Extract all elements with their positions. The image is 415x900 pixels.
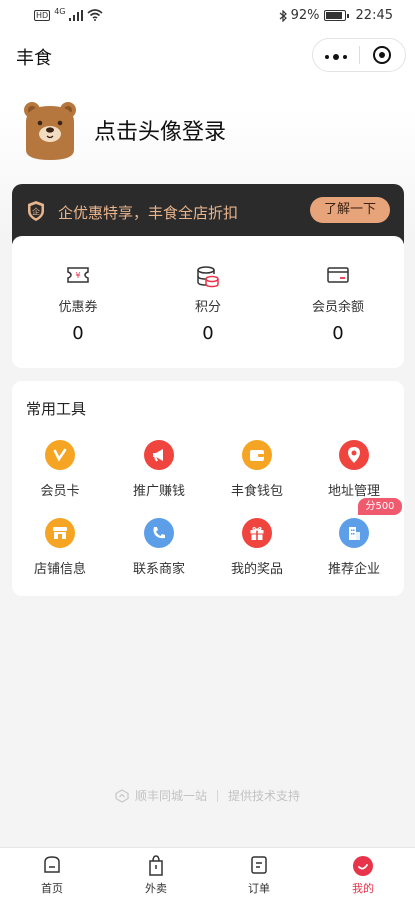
tab-label: 外卖 (145, 882, 167, 895)
tool-label: 联系商家 (132, 562, 185, 577)
tab-label: 首页 (41, 882, 63, 895)
tools-title: 常用工具 (26, 400, 87, 418)
tab-profile[interactable]: 我的 (311, 855, 415, 896)
vip-banner[interactable]: 企 企优惠特享，丰食全店折扣 了解一下 (12, 184, 404, 244)
tab-label: 订单 (248, 882, 270, 895)
footer-brand: 顺丰同城一站 (134, 789, 207, 803)
tool-address[interactable]: 地址管理 (306, 440, 402, 499)
stat-coupons[interactable]: ¥ 优惠券 0 (13, 266, 143, 344)
tool-contact-merchant[interactable]: 联系商家 (111, 518, 207, 577)
shield-icon: 企 (26, 200, 46, 222)
tool-label: 会员卡 (40, 484, 80, 499)
tools-card: 常用工具 会员卡 推广赚钱 丰食钱包 地址管理 店铺信息 联系商家 我的奖品 分… (12, 381, 404, 596)
phone-icon (144, 518, 174, 548)
profile-icon (353, 856, 373, 876)
stat-value: 0 (332, 323, 344, 344)
status-time: 22:45 (355, 8, 393, 23)
coupon-icon: ¥ (67, 267, 89, 283)
stat-balance[interactable]: 会员余额 0 (273, 266, 403, 344)
hd-badge: HD (34, 9, 51, 21)
more-options-button[interactable] (313, 45, 359, 65)
tab-home[interactable]: 首页 (0, 855, 104, 896)
stat-label: 会员余额 (311, 300, 364, 315)
close-miniprogram-button[interactable] (359, 46, 405, 64)
points-icon (197, 266, 219, 288)
tool-label: 地址管理 (327, 484, 380, 499)
stat-label: 积分 (194, 300, 221, 315)
learn-more-button[interactable]: 了解一下 (310, 197, 390, 223)
status-bar: HD 4G 92% 22:45 (0, 0, 415, 32)
member-card-icon (45, 440, 75, 470)
stat-value: 0 (202, 323, 214, 344)
tool-recommend-company[interactable]: 分500万 推荐企业 (306, 498, 402, 577)
login-prompt[interactable]: 点击头像登录 (94, 114, 226, 146)
tab-orders[interactable]: 订单 (207, 855, 311, 896)
tool-label: 我的奖品 (230, 562, 283, 577)
more-icon (324, 54, 347, 60)
tab-takeout[interactable]: 外卖 (104, 855, 208, 896)
battery-percent: 92% (290, 8, 320, 23)
tool-my-prizes[interactable]: 我的奖品 (209, 518, 305, 577)
sf-logo-icon (115, 788, 129, 803)
miniprogram-capsule (312, 38, 406, 72)
wallet-icon (242, 440, 272, 470)
building-icon (339, 518, 369, 548)
stats-card: ¥ 优惠券 0 积分 0 会员余额 0 (12, 236, 404, 368)
battery-icon (323, 10, 349, 21)
tool-label: 推广赚钱 (132, 484, 185, 499)
stat-label: 优惠券 (58, 300, 98, 315)
order-icon (251, 856, 267, 874)
status-left: HD 4G (34, 6, 104, 21)
stat-points[interactable]: 积分 0 (143, 266, 273, 344)
status-right: 92% 22:45 (279, 8, 393, 23)
signal-icon (69, 9, 84, 21)
tech-support-note: 顺丰同城一站 提供技术支持 (0, 787, 415, 804)
home-icon (44, 856, 60, 873)
network-type: 4G (54, 6, 66, 16)
tool-member-card[interactable]: 会员卡 (12, 440, 108, 499)
page-title: 丰食 (16, 48, 52, 69)
tool-store-info[interactable]: 店铺信息 (12, 518, 108, 577)
bluetooth-icon (279, 9, 287, 22)
location-icon (339, 440, 369, 470)
tab-label: 我的 (352, 882, 374, 895)
bottom-tab-bar: 首页 外卖 订单 我的 (0, 847, 415, 900)
svg-text:¥: ¥ (75, 271, 80, 280)
tool-label: 丰食钱包 (230, 484, 283, 499)
tool-label: 店铺信息 (33, 562, 86, 577)
battery-fill (325, 12, 342, 19)
footer-divider (217, 789, 218, 802)
avatar[interactable] (22, 100, 78, 162)
wifi-icon (87, 9, 104, 21)
store-icon (45, 518, 75, 548)
balance-icon (327, 267, 349, 283)
target-icon (373, 46, 392, 64)
tool-promotion[interactable]: 推广赚钱 (111, 440, 207, 499)
vip-banner-text: 企优惠特享，丰食全店折扣 (58, 204, 239, 222)
reward-badge: 分500万 (358, 498, 402, 529)
gift-icon (242, 518, 272, 548)
stat-value: 0 (72, 323, 84, 344)
tool-wallet[interactable]: 丰食钱包 (209, 440, 305, 499)
footer-support: 提供技术支持 (228, 789, 301, 803)
vip-icon-char: 企 (32, 207, 40, 217)
bear-avatar-icon (24, 102, 76, 160)
takeout-icon (149, 855, 163, 876)
tool-label: 推荐企业 (327, 562, 380, 577)
megaphone-icon (144, 440, 174, 470)
